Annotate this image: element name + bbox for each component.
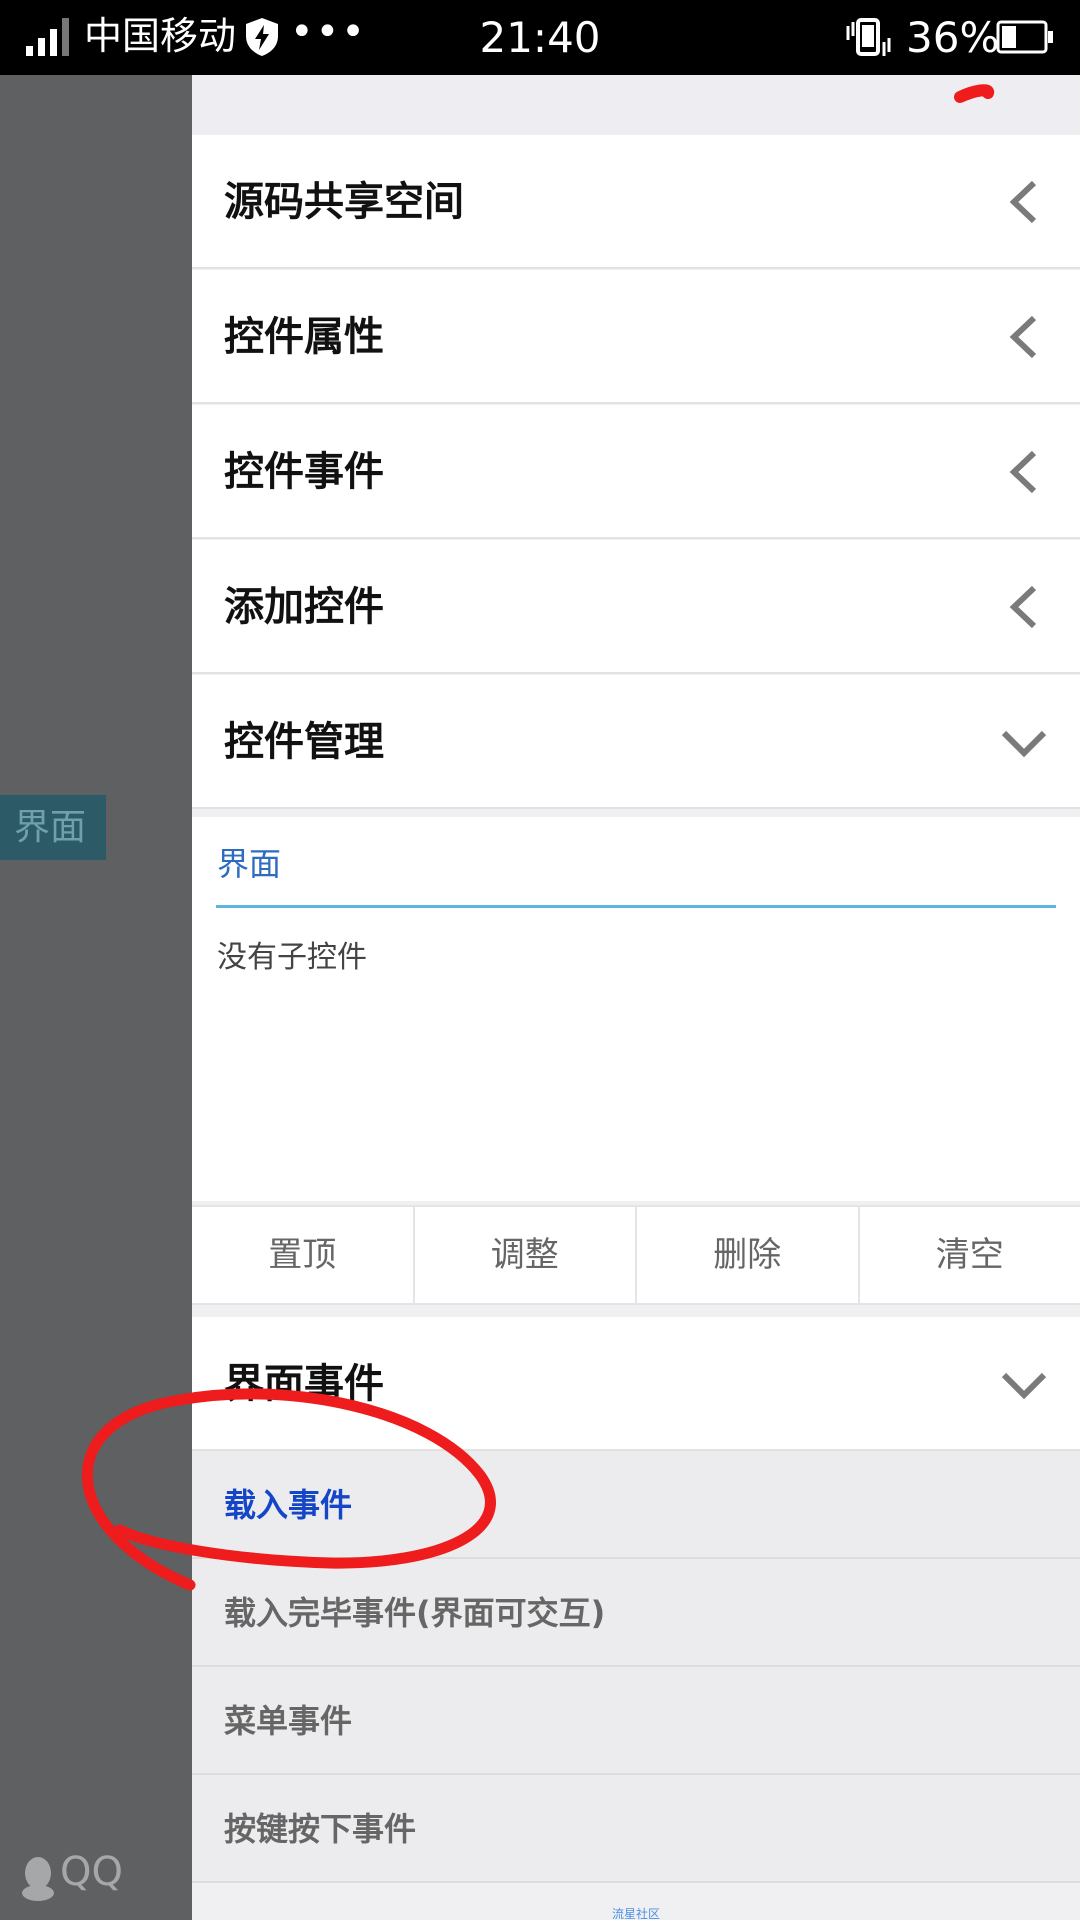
chevron-left-icon: [1009, 450, 1037, 494]
adjust-button[interactable]: 调整: [415, 1207, 637, 1303]
bring-to-top-button[interactable]: 置顶: [192, 1207, 415, 1303]
side-drawer: 源码共享空间 控件属性 控件事件 添加控件 控件管理 界面 没有子控件 置顶 调…: [192, 75, 1080, 1920]
event-label: 菜单事件: [224, 1702, 353, 1740]
chevron-down-icon: [1001, 730, 1047, 758]
event-label: 载入事件: [224, 1486, 353, 1524]
qq-label: QQ: [60, 1849, 123, 1895]
section-control-events[interactable]: 控件事件: [192, 405, 1080, 539]
forum-watermark: 流星社区: [611, 1907, 660, 1920]
section-label: 添加控件: [224, 584, 384, 630]
event-label: 按键按下事件: [224, 1810, 417, 1848]
delete-button[interactable]: 删除: [637, 1207, 860, 1303]
empty-children-text: 没有子控件: [217, 940, 367, 975]
section-screen-events[interactable]: 界面事件: [192, 1317, 1080, 1451]
event-label: 载入完毕事件(界面可交互): [224, 1594, 606, 1632]
section-label: 控件属性: [224, 314, 384, 360]
section-control-properties[interactable]: 控件属性: [192, 270, 1080, 404]
section-source-share[interactable]: 源码共享空间: [192, 135, 1080, 269]
chevron-left-icon: [1009, 585, 1037, 629]
control-tree-panel: 界面 没有子控件: [192, 817, 1080, 1201]
qq-watermark: QQ: [20, 1849, 160, 1903]
section-control-management[interactable]: 控件管理: [192, 675, 1080, 809]
tab-underline: [216, 905, 1056, 908]
clear-button[interactable]: 清空: [860, 1207, 1080, 1303]
screen-tag: 界面: [0, 795, 106, 860]
event-item-load[interactable]: 载入事件: [192, 1451, 1080, 1559]
event-item-load-complete[interactable]: 载入完毕事件(界面可交互): [192, 1559, 1080, 1667]
section-label: 源码共享空间: [224, 179, 464, 225]
event-item-key-down[interactable]: 按键按下事件: [192, 1775, 1080, 1883]
section-label: 控件事件: [224, 449, 384, 495]
battery-icon: [996, 20, 1053, 54]
background-screen[interactable]: [0, 75, 192, 1920]
drawer-header: [192, 75, 1080, 136]
chevron-left-icon: [1009, 180, 1037, 224]
qq-penguin-icon: [22, 1857, 54, 1901]
chevron-down-icon: [1001, 1372, 1047, 1400]
section-add-control[interactable]: 添加控件: [192, 540, 1080, 674]
vibrate-icon: [846, 18, 891, 56]
section-label: 界面事件: [224, 1361, 384, 1407]
battery-percent: 36%: [906, 13, 1000, 62]
control-tree-tab[interactable]: 界面: [217, 839, 281, 885]
status-bar: 中国移动 ••• 21:40 36%: [0, 0, 1080, 75]
event-item-menu[interactable]: 菜单事件: [192, 1667, 1080, 1775]
section-label: 控件管理: [224, 719, 384, 765]
control-action-bar: 置顶 调整 删除 清空: [192, 1205, 1080, 1305]
chevron-left-icon: [1009, 315, 1037, 359]
